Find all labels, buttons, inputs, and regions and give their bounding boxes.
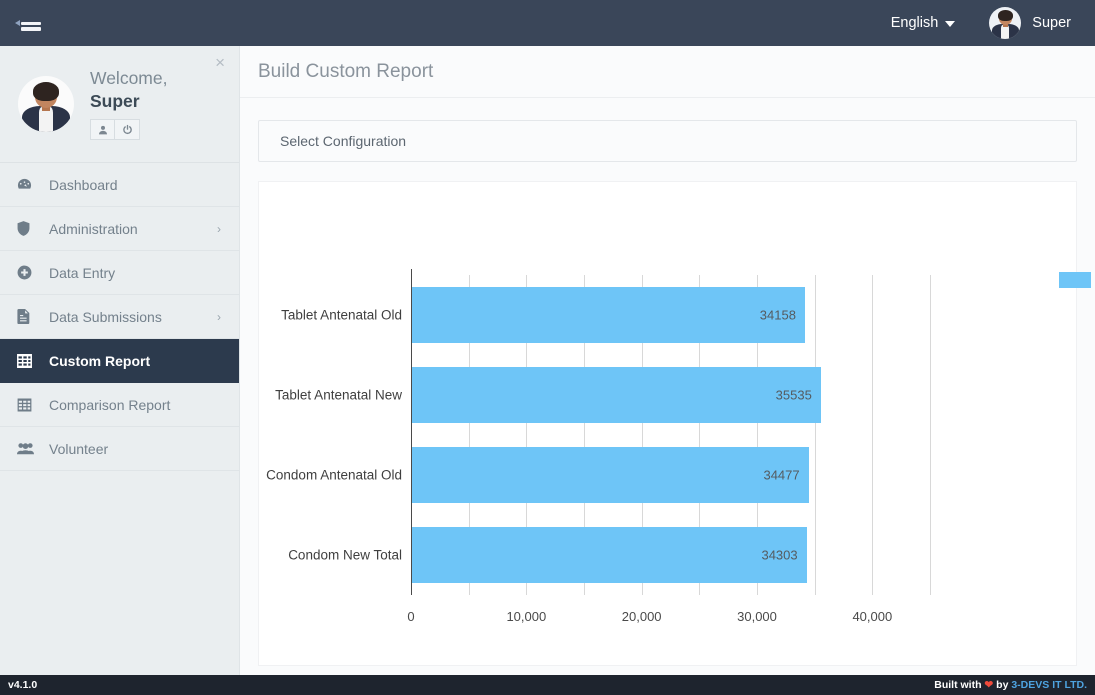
chart-y-axis-line (411, 269, 412, 595)
footer-credit: Built with ❤ by 3-DEVS IT LTD. (934, 679, 1087, 691)
select-configuration-label: Select Configuration (280, 133, 407, 149)
main-content: Build Custom Report Select Configuration… (240, 46, 1095, 675)
language-label: English (890, 15, 939, 31)
sidebar-item-label: Comparison Report (49, 396, 171, 413)
chevron-down-icon (945, 21, 956, 27)
sidebar-item-label: Data Entry (49, 264, 116, 281)
user-name-label: Super (1032, 15, 1071, 31)
profile-text: Welcome, Super (90, 68, 167, 141)
avatar (989, 7, 1022, 39)
select-configuration-dropdown[interactable]: Select Configuration (258, 120, 1077, 162)
chart-bar-value-label: 34158 (759, 307, 796, 323)
sidebar-item-label: Volunteer (49, 440, 109, 457)
sidebar-item-data-submissions[interactable]: Data Submissions › (0, 295, 239, 339)
chart-x-tick-label: 30,000 (737, 609, 777, 624)
built-with-label: Built with (934, 679, 982, 691)
legend-swatch (1059, 272, 1091, 288)
chart-category-label: Tablet Antenatal New (275, 387, 402, 403)
sidebar-item-volunteer[interactable]: Volunteer (0, 427, 239, 471)
avatar (18, 76, 74, 132)
shield-icon (17, 221, 40, 236)
chart-x-tick-label: 10,000 (506, 609, 547, 624)
profile-user-name: Super (90, 90, 140, 111)
sidebar-item-administration[interactable]: Administration › (0, 207, 239, 251)
table-icon (17, 353, 40, 368)
sidebar-profile: × Welcome, Super (0, 46, 239, 163)
chart-bar-row: Condom New Total 34303 (288, 515, 930, 595)
chart-gridline (930, 275, 931, 595)
chart-bar-value-label: 34303 (761, 547, 798, 563)
language-selector[interactable]: English (877, 15, 970, 31)
footer: v4.1.0 Built with ❤ by 3-DEVS IT LTD. (0, 675, 1095, 695)
sidebar-item-label: Data Submissions (49, 308, 162, 325)
sidebar-item-label: Dashboard (49, 176, 118, 193)
page-header: Build Custom Report (240, 46, 1095, 98)
company-link[interactable]: 3-DEVS IT LTD. (1011, 679, 1087, 691)
sidebar-item-custom-report[interactable]: Custom Report (0, 339, 239, 383)
chart-bar[interactable]: 34158 (411, 287, 805, 343)
chart-bar[interactable]: 35535 (411, 367, 821, 423)
sidebar-item-dashboard[interactable]: Dashboard (0, 163, 239, 207)
logout-button[interactable] (115, 119, 140, 141)
sidebar-item-label: Administration (49, 220, 138, 237)
chart-card: Tablet Antenatal Old 34158 Tablet Antenata… (258, 181, 1091, 666)
sidebar-item-data-entry[interactable]: Data Entry (0, 251, 239, 295)
user-menu[interactable]: Super (969, 7, 1077, 39)
bar-chart: Tablet Antenatal Old 34158 Tablet Antenata… (259, 182, 1091, 665)
chart-x-tick-label: 20,000 (621, 609, 662, 624)
chart-category-label: Condom Antenatal Old (266, 467, 402, 483)
sidebar-item-comparison-report[interactable]: Comparison Report (0, 383, 239, 427)
topbar-right-group: English Super (877, 0, 1095, 46)
chevron-right-icon: › (217, 309, 221, 324)
close-icon[interactable]: × (215, 54, 225, 71)
chart-legend[interactable]: Quantity (1059, 272, 1095, 288)
page-title: Build Custom Report (258, 60, 434, 82)
chart-bar-row: Tablet Antenatal Old 34158 (281, 275, 930, 355)
profile-actions (90, 119, 167, 141)
user-icon (98, 125, 107, 135)
sidebar: × Welcome, Super Dashboard Administratio… (0, 46, 240, 675)
chart-bar-value-label: 34477 (763, 467, 800, 483)
chart-plot-area: Tablet Antenatal Old 34158 Tablet Antenata… (266, 269, 931, 624)
application-window: English Super × Welcome, Super Dashboard… (0, 0, 1095, 695)
chart-bar-value-label: 35535 (775, 387, 812, 403)
chart-bar[interactable]: 34477 (411, 447, 809, 503)
welcome-label: Welcome, (90, 67, 168, 88)
plus-circle-icon (17, 265, 40, 280)
chart-x-tick-label: 0 (407, 609, 415, 624)
profile-button[interactable] (90, 119, 115, 141)
chevron-right-icon: › (217, 221, 221, 236)
chart-category-label: Tablet Antenatal Old (281, 307, 402, 323)
dashboard-icon (17, 177, 40, 192)
version-label: v4.1.0 (8, 679, 38, 691)
users-icon (17, 442, 40, 455)
collapse-menu-icon (15, 15, 41, 31)
chart-x-tick-label: 40,000 (852, 609, 893, 624)
power-icon (122, 125, 132, 135)
chart-bar[interactable]: 34303 (411, 527, 807, 583)
table-icon (17, 398, 40, 412)
chart-bar-row: Condom Antenatal Old 34477 (266, 435, 930, 515)
document-icon (17, 309, 40, 324)
top-navbar: English Super (0, 0, 1095, 46)
collapse-menu-button[interactable] (0, 0, 56, 46)
heart-icon: ❤ (984, 679, 994, 691)
chart-bar-row: Tablet Antenatal New 35535 (275, 355, 930, 435)
chart-category-label: Condom New Total (288, 547, 402, 563)
sidebar-item-label: Custom Report (49, 352, 151, 369)
by-label: by (996, 679, 1009, 691)
